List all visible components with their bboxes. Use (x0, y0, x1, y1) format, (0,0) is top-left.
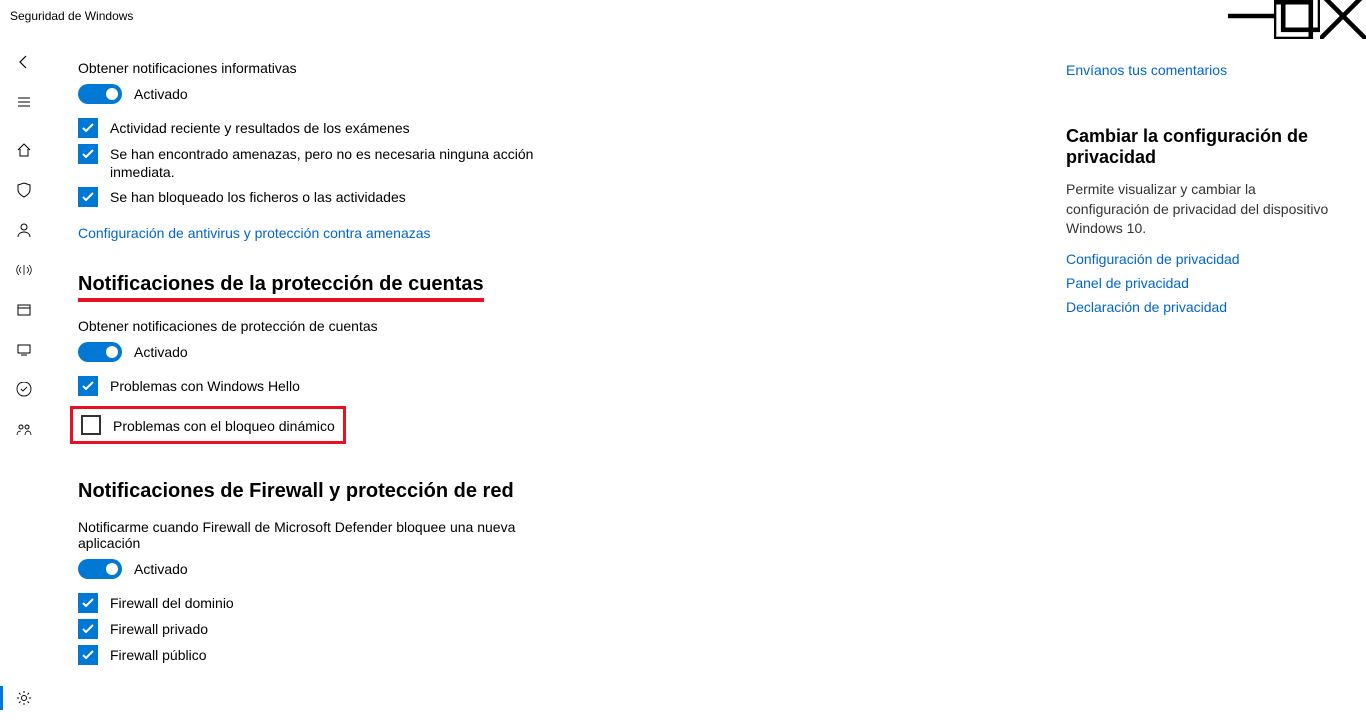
label-blocked-files: Se han bloqueado los ficheros o las acti… (110, 187, 406, 206)
shield-icon[interactable] (4, 170, 44, 210)
privacy-text: Permite visualizar y cambiar la configur… (1066, 180, 1336, 239)
family-icon[interactable] (4, 410, 44, 450)
firewall-toggle[interactable] (78, 559, 122, 579)
checkbox-public-firewall[interactable] (78, 645, 98, 665)
feedback-link[interactable]: Envíanos tus comentarios (1066, 62, 1336, 78)
privacy-heading: Cambiar la configuración de privacidad (1066, 126, 1336, 168)
account-protection-subtitle: Obtener notificaciones de protección de … (78, 318, 698, 334)
performance-icon[interactable] (4, 370, 44, 410)
label-dynamic-lock: Problemas con el bloqueo dinámico (113, 416, 335, 435)
minimize-button[interactable] (1228, 0, 1274, 32)
informational-toggle[interactable] (78, 84, 122, 104)
privacy-statement-link[interactable]: Declaración de privacidad (1066, 299, 1336, 315)
informational-subtitle: Obtener notificaciones informativas (78, 60, 698, 76)
titlebar: Seguridad de Windows (0, 0, 1366, 32)
label-windows-hello: Problemas con Windows Hello (110, 376, 300, 395)
privacy-panel-link[interactable]: Panel de privacidad (1066, 275, 1336, 291)
maximize-button[interactable] (1274, 0, 1320, 32)
close-button[interactable] (1320, 0, 1366, 32)
label-domain-firewall: Firewall del dominio (110, 593, 234, 612)
sidebar (0, 32, 48, 728)
network-icon[interactable] (4, 250, 44, 290)
app-browser-icon[interactable] (4, 290, 44, 330)
checkbox-dynamic-lock[interactable] (81, 415, 101, 435)
informational-toggle-label: Activado (134, 86, 188, 102)
firewall-title: Notificaciones de Firewall y protección … (78, 480, 698, 503)
checkbox-private-firewall[interactable] (78, 619, 98, 639)
home-icon[interactable] (4, 130, 44, 170)
label-recent-activity: Actividad reciente y resultados de los e… (110, 118, 410, 137)
device-icon[interactable] (4, 330, 44, 370)
account-protection-toggle[interactable] (78, 342, 122, 362)
account-protection-toggle-label: Activado (134, 344, 188, 360)
account-icon[interactable] (4, 210, 44, 250)
checkbox-windows-hello[interactable] (78, 376, 98, 396)
checkbox-recent-activity[interactable] (78, 118, 98, 138)
back-button[interactable] (4, 42, 44, 82)
right-panel: Envíanos tus comentarios Cambiar la conf… (1066, 52, 1336, 728)
firewall-toggle-label: Activado (134, 561, 188, 577)
privacy-settings-link[interactable]: Configuración de privacidad (1066, 251, 1336, 267)
label-private-firewall: Firewall privado (110, 619, 208, 638)
menu-button[interactable] (4, 82, 44, 122)
antivirus-settings-link[interactable]: Configuración de antivirus y protección … (78, 225, 698, 241)
main-content: Obtener notificaciones informativas Acti… (78, 52, 698, 728)
label-public-firewall: Firewall público (110, 645, 206, 664)
checkbox-domain-firewall[interactable] (78, 593, 98, 613)
label-threats-found: Se han encontrado amenazas, pero no es n… (110, 144, 550, 181)
settings-icon[interactable] (4, 678, 44, 718)
checkbox-blocked-files[interactable] (78, 187, 98, 207)
firewall-subtitle: Notificarme cuando Firewall de Microsoft… (78, 519, 578, 551)
highlighted-dynamic-lock-row: Problemas con el bloqueo dinámico (70, 406, 346, 444)
account-protection-title: Notificaciones de la protección de cuent… (78, 273, 698, 302)
checkbox-threats-found[interactable] (78, 144, 98, 164)
window-title: Seguridad de Windows (10, 9, 133, 23)
